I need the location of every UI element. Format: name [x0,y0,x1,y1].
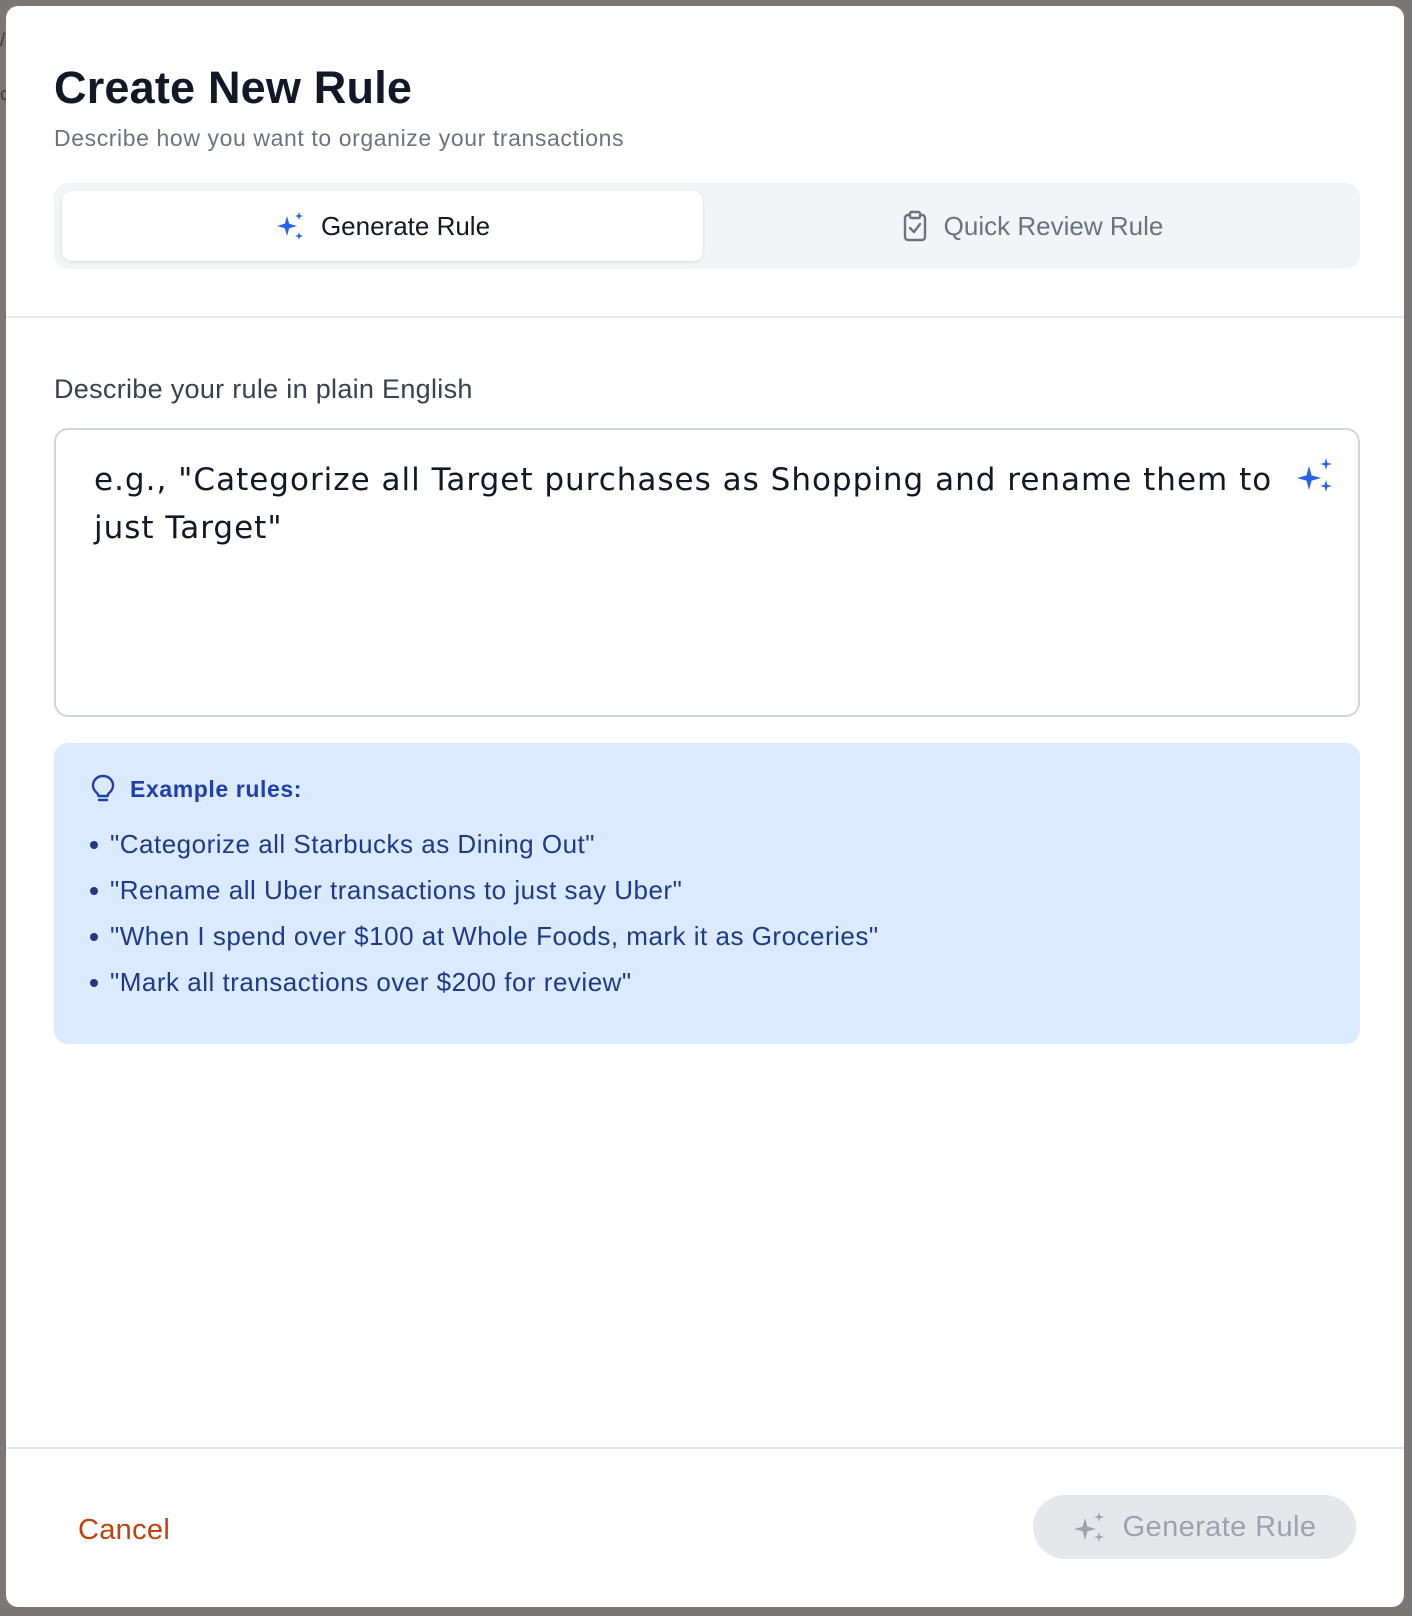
example-rule-item: "Categorize all Starbucks as Dining Out" [90,821,1324,867]
example-rules-title: Example rules: [130,775,303,802]
generate-rule-button-label: Generate Rule [1122,1510,1317,1543]
clipboard-check-icon [900,210,930,242]
background-fragment: / [0,30,6,50]
rule-description-input[interactable] [56,430,1358,715]
create-rule-dialog: Create New Rule Describe how you want to… [6,6,1404,1607]
example-rules-panel: Example rules: "Categorize all Starbucks… [54,743,1360,1044]
sparkles-icon [1296,456,1336,496]
example-rule-item: "Rename all Uber transactions to just sa… [90,867,1324,913]
sparkles-icon [1073,1510,1107,1544]
generate-rule-button[interactable]: Generate Rule [1033,1495,1356,1559]
rule-description-field [54,428,1360,717]
lightbulb-icon [90,774,116,804]
example-rule-item: "When I spend over $100 at Whole Foods, … [90,913,1324,959]
rule-mode-tabs: Generate Rule Quick Review Rule [54,183,1360,269]
example-rules-list: "Categorize all Starbucks as Dining Out"… [90,821,1324,1005]
example-rule-item: "Mark all transactions over $200 for rev… [90,959,1324,1005]
sparkles-icon [275,210,307,242]
cancel-button[interactable]: Cancel [78,1514,170,1547]
tab-label: Generate Rule [320,210,491,241]
tab-quick-review-rule[interactable]: Quick Review Rule [711,191,1352,261]
dialog-title: Create New Rule [54,62,413,113]
example-rules-heading: Example rules: [90,771,1324,807]
dialog-header: Create New Rule Describe how you want to… [6,6,1404,156]
tab-generate-rule[interactable]: Generate Rule [62,191,703,261]
header-divider [6,316,1404,318]
rule-description-label: Describe your rule in plain English [54,374,473,404]
dialog-subtitle: Describe how you want to organize your t… [54,125,625,151]
tab-label: Quick Review Rule [943,210,1164,241]
footer-divider [6,1447,1404,1449]
